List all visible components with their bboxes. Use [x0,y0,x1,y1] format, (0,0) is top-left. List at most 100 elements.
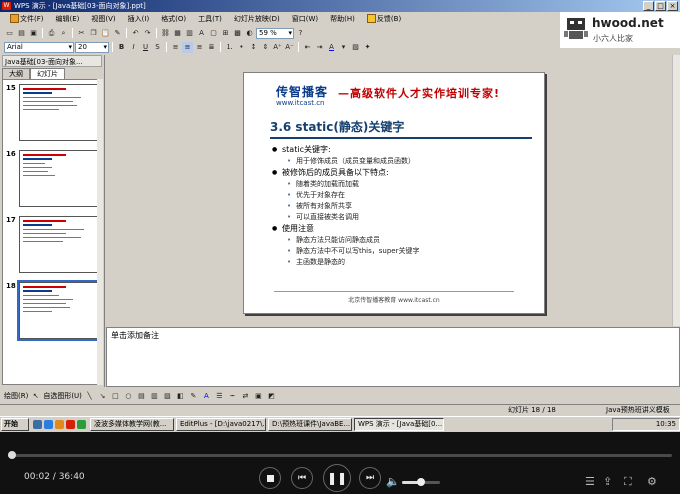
grid-icon[interactable]: ▩ [232,28,243,39]
next-button[interactable]: ⏭ [359,467,381,489]
wps-app-icon[interactable]: W [2,2,11,10]
volume-slider[interactable] [402,478,440,486]
shadow-button[interactable]: S [152,42,163,53]
menu-feedback[interactable]: 反馈(B) [361,12,407,26]
new-slide-icon[interactable]: ▢ [208,28,219,39]
increase-font-icon[interactable]: A⁺ [272,42,283,53]
slide-body[interactable]: static关键字: 用于修饰成员（成员变量和成员函数） 被修饰后的成员具备以下… [272,144,534,268]
textbox-draw-icon[interactable]: ▤ [136,390,147,401]
animation-icon[interactable]: ✦ [362,42,373,53]
new-file-icon[interactable]: ▭ [4,28,15,39]
align-center-icon[interactable]: ≡ [182,41,193,53]
task-button[interactable]: 凌波多媒体教学网(教... [90,418,174,431]
underline-button[interactable]: U [140,42,151,53]
save-icon[interactable]: ▣ [28,28,39,39]
table-icon[interactable]: ▦ [172,28,183,39]
slide-title[interactable]: 3.6 static(静态)关键字 [270,118,404,135]
menu-edit[interactable]: 编辑(E) [50,12,86,26]
line-icon[interactable]: ╲ [84,390,95,401]
menu-tools[interactable]: 工具(T) [192,12,228,26]
shadow-style-icon[interactable]: ▣ [253,390,264,401]
select-arrow-icon[interactable]: ↖ [30,390,41,401]
paragraph-spacing-icon[interactable]: ⇕ [260,42,271,53]
paste-icon[interactable]: 📋 [100,28,111,39]
autoshape-menu-button[interactable]: 自选图形(U) [43,391,82,401]
clock[interactable]: 10:35 [656,420,676,428]
redo-icon[interactable]: ↷ [142,28,153,39]
decrease-indent-icon[interactable]: ⇤ [302,42,313,53]
print-preview-icon[interactable]: ⌕ [58,28,69,39]
align-right-icon[interactable]: ≡ [194,42,205,53]
task-button[interactable]: D:\预热班课件\JavaBE... [268,418,352,431]
wps-icon[interactable] [66,420,75,429]
app-icon[interactable] [77,420,86,429]
close-button[interactable]: × [667,1,678,11]
expand-icon[interactable]: ⊞ [220,28,231,39]
format-painter-icon[interactable]: ✎ [112,28,123,39]
text-color-icon[interactable]: A [201,390,212,401]
bullet-list-icon[interactable]: • [236,42,247,53]
playlist-icon[interactable]: ☰ [585,475,595,488]
fill-color-icon[interactable]: ◧ [175,390,186,401]
task-button-active[interactable]: WPS 演示 - [Java基础[0... [354,418,444,431]
color-icon[interactable]: ◐ [244,28,255,39]
design-icon[interactable]: ▧ [350,42,361,53]
line-style-icon[interactable]: ☰ [214,390,225,401]
menu-help[interactable]: 帮助(H) [324,12,361,26]
maximize-button[interactable]: □ [655,1,666,11]
line-color-icon[interactable]: ✎ [188,390,199,401]
dash-style-icon[interactable]: ┅ [227,390,238,401]
draw-menu-button[interactable]: 绘图(R) [4,391,28,401]
slide-thumbnail[interactable] [19,216,99,273]
previous-button[interactable]: ⏮ [291,467,313,489]
slide-thumbnail-selected[interactable] [17,280,101,341]
minimize-button[interactable]: _ [643,1,654,11]
open-folder-icon[interactable]: ▤ [16,28,27,39]
numbered-list-icon[interactable]: ⒈ [224,42,235,53]
menu-view[interactable]: 视图(V) [85,12,121,26]
copy-icon[interactable]: ❐ [88,28,99,39]
chart-icon[interactable]: ▥ [184,28,195,39]
arrow-style-icon[interactable]: ⇄ [240,390,251,401]
dropdown-arrow-icon[interactable]: ▾ [338,42,349,53]
volume-icon[interactable]: 🔈 [386,475,400,488]
rectangle-icon[interactable]: □ [110,390,121,401]
volume-handle[interactable] [417,478,425,486]
3d-style-icon[interactable]: ◩ [266,390,277,401]
bold-button[interactable]: B [116,42,127,53]
help-icon[interactable]: ? [295,28,306,39]
tab-slides[interactable]: 幻灯片 [30,68,65,79]
increase-indent-icon[interactable]: ⇥ [314,42,325,53]
font-family-select[interactable]: Arial [4,41,74,53]
document-tab[interactable]: Java基础[03-面向对象... [2,55,102,67]
thumbnail-scrollbar[interactable] [97,79,103,385]
start-button[interactable]: 开始 [1,418,29,431]
desktop-icon[interactable] [33,420,42,429]
line-spacing-icon[interactable]: ↕ [248,42,259,53]
decrease-font-icon[interactable]: A⁻ [284,42,295,53]
menu-window[interactable]: 窗口(W) [286,12,324,26]
picture-icon[interactable]: ▨ [162,390,173,401]
menu-file[interactable]: 文件(F) [4,12,50,26]
media-icon[interactable] [55,420,64,429]
notes-pane[interactable]: 单击添加备注 [106,327,680,387]
align-left-icon[interactable]: ≡ [170,42,181,53]
seek-bar-handle[interactable] [8,451,16,459]
fullscreen-icon[interactable]: ⛶ [624,475,632,489]
hyperlink-icon[interactable]: ⛓ [160,28,171,39]
zoom-select[interactable]: 59 % [256,27,294,39]
slide-thumbnail[interactable] [19,84,99,141]
undo-icon[interactable]: ↶ [130,28,141,39]
justify-icon[interactable]: ≣ [206,42,217,53]
oval-icon[interactable]: ○ [123,390,134,401]
stop-button[interactable] [259,467,281,489]
current-slide[interactable]: 传智播客 www.itcast.cn —高级软件人才实作培训专家! 3.6 st… [243,72,545,314]
font-color-button[interactable]: A [326,42,337,53]
italic-button[interactable]: I [128,42,139,53]
textbox-icon[interactable]: A [196,28,207,39]
editor-scrollbar[interactable] [672,55,680,326]
font-size-select[interactable]: 20 [75,41,109,53]
pause-button[interactable]: ❚❚ [323,464,351,492]
cut-icon[interactable]: ✂ [76,28,87,39]
slide-thumbnail[interactable] [19,150,99,207]
